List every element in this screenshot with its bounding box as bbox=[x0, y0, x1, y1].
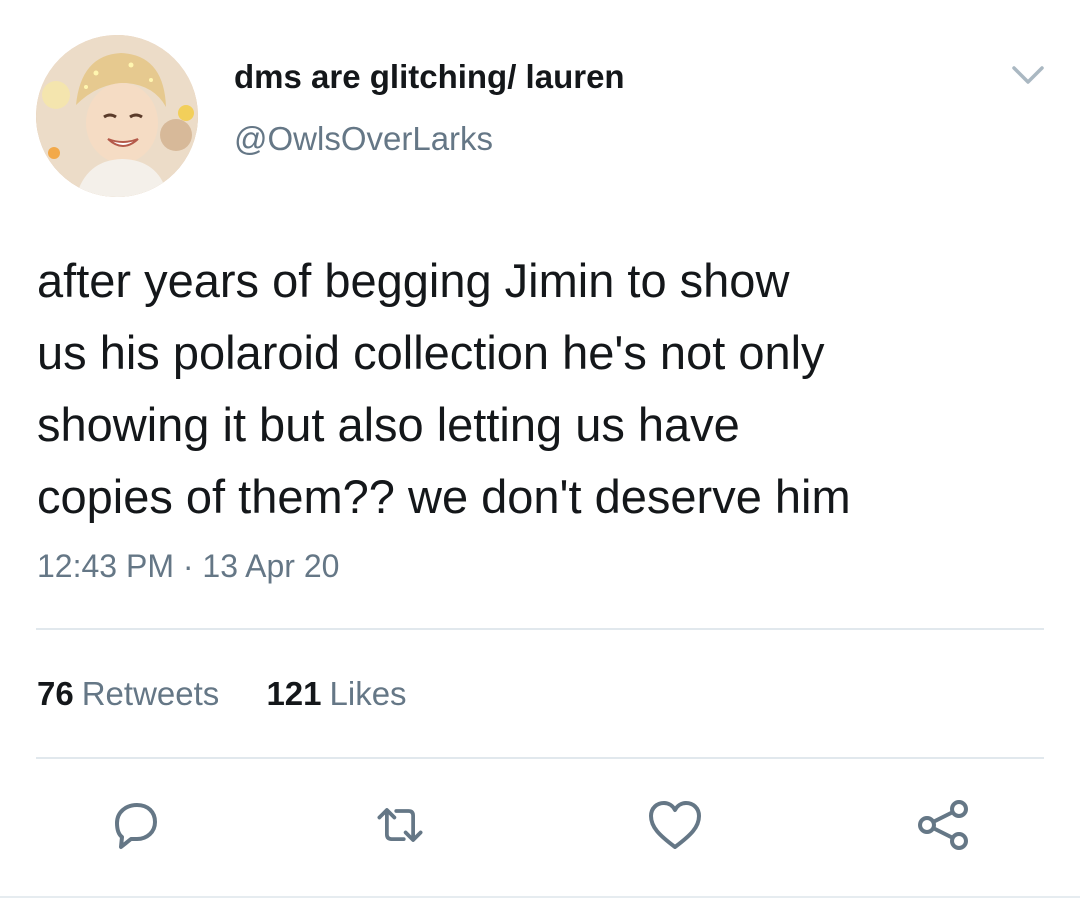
avatar-image bbox=[36, 35, 198, 197]
divider bbox=[36, 757, 1044, 759]
reply-icon bbox=[115, 803, 157, 849]
tweet-date: 13 Apr 20 bbox=[202, 548, 340, 584]
tweet-timestamp[interactable]: 12:43 PM · 13 Apr 20 bbox=[37, 548, 339, 585]
avatar[interactable] bbox=[36, 35, 198, 197]
tweet-stats: 76 Retweets 121 Likes bbox=[37, 675, 445, 713]
likes-stat[interactable]: 121 Likes bbox=[266, 675, 406, 713]
like-button[interactable] bbox=[645, 795, 705, 855]
tweet-time: 12:43 PM bbox=[37, 548, 174, 584]
display-name[interactable]: dms are glitching/ lauren bbox=[234, 58, 625, 96]
tweet-actions bbox=[0, 795, 1080, 855]
share-button[interactable] bbox=[913, 795, 973, 855]
retweet-icon bbox=[377, 808, 423, 842]
retweets-count: 76 bbox=[37, 675, 74, 712]
bottom-divider bbox=[0, 896, 1080, 898]
user-handle[interactable]: @OwlsOverLarks bbox=[234, 120, 493, 158]
retweets-stat[interactable]: 76 Retweets bbox=[37, 675, 219, 713]
likes-count: 121 bbox=[266, 675, 322, 712]
divider bbox=[36, 628, 1044, 630]
retweet-button[interactable] bbox=[370, 795, 430, 855]
tweet-card: dms are glitching/ lauren @OwlsOverLarks… bbox=[0, 0, 1080, 918]
meta-separator: · bbox=[182, 548, 194, 584]
share-icon bbox=[918, 800, 968, 850]
tweet-text: after years of begging Jimin to show us … bbox=[37, 254, 851, 523]
heart-icon bbox=[649, 801, 701, 849]
likes-label: Likes bbox=[329, 675, 407, 712]
retweets-label: Retweets bbox=[81, 675, 220, 712]
reply-button[interactable] bbox=[105, 795, 165, 855]
chevron-down-icon[interactable] bbox=[1010, 62, 1046, 88]
